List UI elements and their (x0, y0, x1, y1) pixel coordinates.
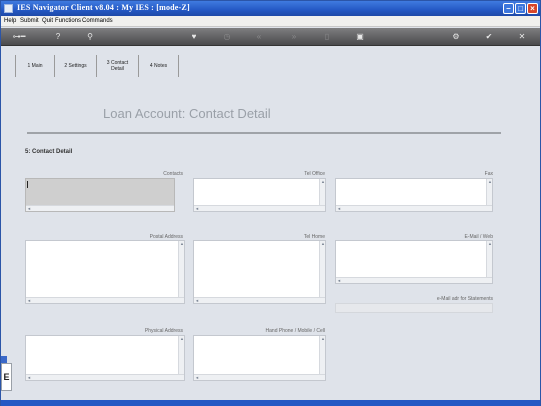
scroll-left-icon[interactable]: ◄ (336, 206, 342, 211)
tel-office-field[interactable]: ▲ ◄ (193, 178, 326, 212)
postal-address-field[interactable]: ▲ ◄ (25, 240, 185, 304)
scroll-up-icon[interactable]: ▲ (179, 241, 185, 246)
menu-quit[interactable]: Quit (42, 18, 53, 24)
physical-address-field[interactable]: ▲ ◄ (25, 335, 185, 381)
scroll-left-icon[interactable]: ◄ (26, 206, 32, 211)
vertical-scrollbar[interactable]: ▲ (178, 241, 184, 297)
side-tab[interactable]: E (1, 363, 12, 391)
vertical-scrollbar[interactable]: ▲ (486, 241, 492, 277)
form-content: 1 Main 2 Settings 3 Contact Detail 4 Not… (7, 48, 534, 400)
help-icon[interactable]: ? (52, 31, 64, 43)
scroll-left-icon[interactable]: ◄ (26, 375, 32, 380)
clear-icon[interactable]: ▣ (354, 31, 366, 43)
email-statements-label: e-Mail adr for Statements (436, 296, 493, 302)
text-caret (27, 181, 28, 188)
key-icon[interactable]: ⊶━ (7, 31, 31, 43)
vertical-scrollbar[interactable]: ▲ (486, 179, 492, 205)
hand-phone-field[interactable]: ▲ ◄ (193, 335, 326, 381)
horizontal-scrollbar[interactable]: ◄ (194, 205, 325, 211)
app-icon (4, 4, 13, 13)
toolbar: ⊶━ ? ⚲ ♥ ◷ « » ▯ ▣ ⚙ ✔ ✕ (1, 28, 540, 46)
contacts-label: Contacts (163, 171, 183, 177)
tab-main[interactable]: 1 Main (15, 55, 55, 77)
horizontal-scrollbar[interactable]: ◄ (336, 277, 492, 283)
vertical-scrollbar[interactable]: ▲ (319, 336, 325, 374)
vertical-scrollbar[interactable]: ▲ (319, 179, 325, 205)
page-title: Loan Account: Contact Detail (103, 106, 271, 121)
horizontal-scrollbar[interactable]: ◄ (26, 297, 184, 303)
tab-notes[interactable]: 4 Notes (139, 55, 179, 77)
close-icon[interactable]: ✕ (516, 31, 528, 43)
app-window: IES Navigator Client v8.04 : My IES : [m… (0, 0, 541, 406)
email-web-field[interactable]: ▲ ◄ (335, 240, 493, 284)
horizontal-scrollbar[interactable]: ◄ (194, 374, 325, 380)
horizontal-scrollbar[interactable]: ◄ (336, 205, 492, 211)
rewind-icon[interactable]: « (253, 31, 265, 43)
tab-notes-label: 4 Notes (149, 63, 168, 69)
scroll-left-icon[interactable]: ◄ (26, 298, 32, 303)
menu-commands[interactable]: Commands (82, 18, 113, 24)
page-icon[interactable]: ▯ (321, 31, 333, 43)
scroll-left-icon[interactable]: ◄ (194, 298, 200, 303)
scroll-up-icon[interactable]: ▲ (320, 336, 326, 341)
tab-contact-detail[interactable]: 3 Contact Detail (97, 55, 139, 77)
scroll-up-icon[interactable]: ▲ (487, 241, 493, 246)
divider (27, 132, 501, 134)
menu-bar: Help Submit Quit Functions Commands (1, 16, 540, 27)
tab-main-label: 1 Main (27, 63, 43, 69)
title-bar: IES Navigator Client v8.04 : My IES : [m… (1, 1, 540, 16)
status-bar (1, 400, 540, 406)
scroll-left-icon[interactable]: ◄ (336, 278, 342, 283)
heart-icon[interactable]: ♥ (188, 31, 200, 43)
check-icon[interactable]: ✔ (483, 31, 495, 43)
section-title: 5: Contact Detail (25, 149, 73, 155)
tel-home-field[interactable]: ▲ ◄ (193, 240, 326, 304)
maximize-button[interactable]: □ (515, 3, 526, 14)
scroll-left-icon[interactable]: ◄ (194, 206, 200, 211)
side-accent (1, 356, 7, 363)
tab-settings-label: 2 Settings (64, 63, 87, 69)
email-statements-field[interactable] (335, 303, 493, 313)
fax-label: Fax (484, 171, 493, 177)
settings-icon[interactable]: ⚙ (450, 31, 462, 43)
contacts-field[interactable]: ◄ (25, 178, 175, 212)
menu-functions[interactable]: Functions (55, 18, 81, 24)
scroll-left-icon[interactable]: ◄ (194, 375, 200, 380)
physical-address-label: Physical Address (144, 328, 183, 334)
menu-help[interactable]: Help (4, 18, 16, 24)
window-title: IES Navigator Client v8.04 : My IES : [m… (17, 3, 190, 12)
tab-contact-detail-label-2: Detail (111, 66, 124, 72)
scroll-up-icon[interactable]: ▲ (179, 336, 185, 341)
tab-settings[interactable]: 2 Settings (55, 55, 97, 77)
vertical-scrollbar[interactable]: ▲ (319, 241, 325, 297)
clock-icon[interactable]: ◷ (221, 31, 233, 43)
close-window-button[interactable]: × (527, 3, 538, 14)
minimize-button[interactable]: – (503, 3, 514, 14)
scroll-up-icon[interactable]: ▲ (320, 179, 326, 184)
search-icon[interactable]: ⚲ (84, 31, 96, 43)
horizontal-scrollbar[interactable]: ◄ (26, 374, 184, 380)
hand-phone-label: Hand Phone / Mobile / Cell (265, 328, 325, 334)
horizontal-scrollbar[interactable]: ◄ (194, 297, 325, 303)
vertical-scrollbar[interactable]: ▲ (178, 336, 184, 374)
fax-field[interactable]: ▲ ◄ (335, 178, 493, 212)
horizontal-scrollbar[interactable]: ◄ (26, 205, 174, 211)
scroll-up-icon[interactable]: ▲ (320, 241, 326, 246)
tel-office-label: Tel Office (304, 171, 325, 177)
fast-forward-icon[interactable]: » (288, 31, 300, 43)
scroll-up-icon[interactable]: ▲ (487, 179, 493, 184)
menu-submit[interactable]: Submit (20, 18, 39, 24)
